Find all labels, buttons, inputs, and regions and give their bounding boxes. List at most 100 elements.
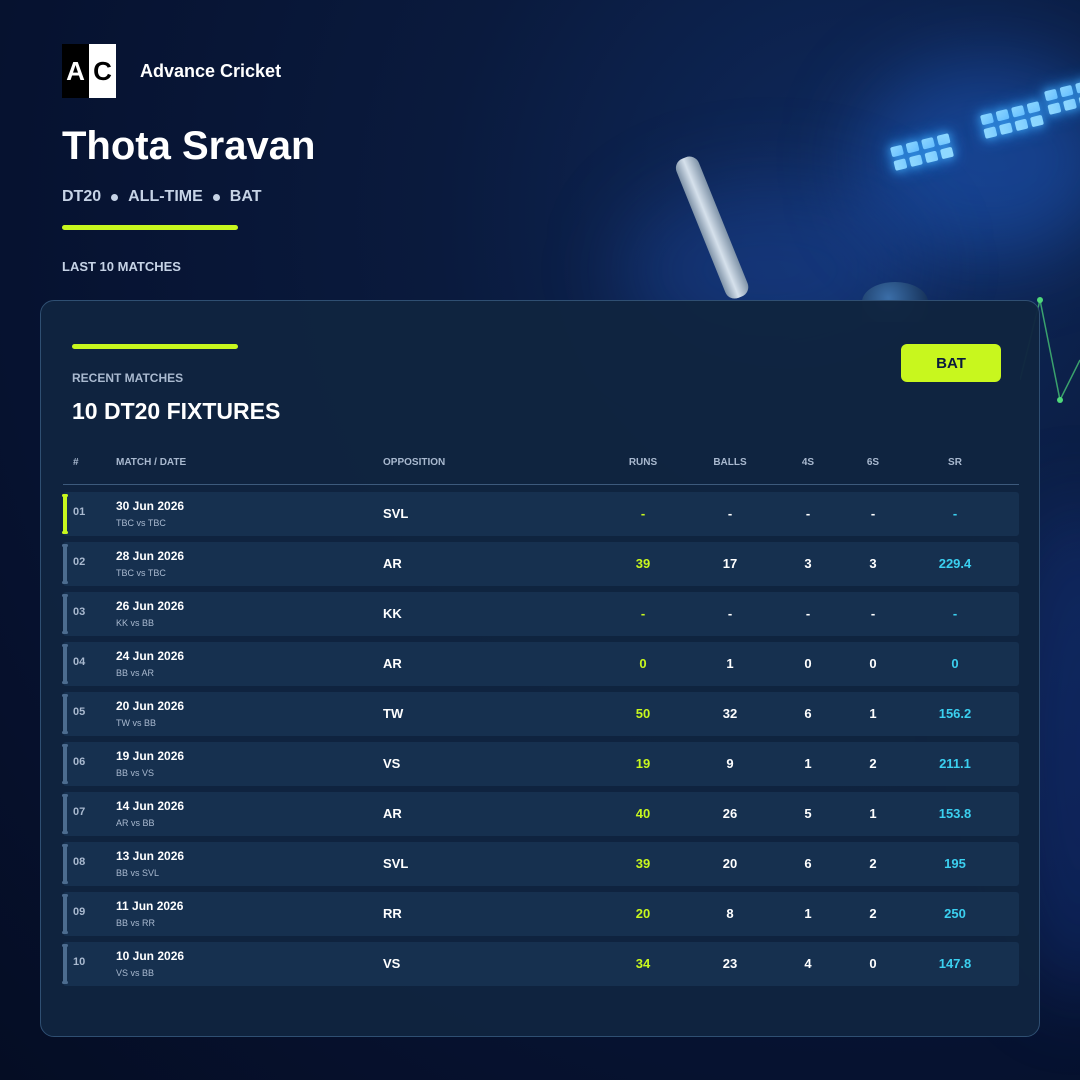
row-opposition: AR: [383, 656, 402, 671]
row-number: 04: [73, 656, 86, 668]
table-row[interactable]: 06 19 Jun 2026 BB vs VS VS 19 9 1 2 211.…: [62, 742, 1019, 786]
player-meta: DT20 ALL-TIME BAT: [62, 188, 261, 206]
table-row[interactable]: 01 30 Jun 2026 TBC vs TBC SVL - - - - -: [62, 492, 1019, 536]
col-sixes: 6S: [866, 457, 880, 468]
row-runs: 34: [635, 956, 651, 971]
row-sixes: 2: [869, 856, 877, 871]
player-name: Thota Sravan: [62, 124, 316, 168]
row-number: 03: [73, 606, 86, 618]
separator-dot-icon: [111, 193, 119, 201]
row-marker: [62, 844, 68, 884]
table-row[interactable]: 08 13 Jun 2026 BB vs SVL SVL 39 20 6 2 1…: [62, 842, 1019, 886]
row-marker: [62, 944, 68, 984]
col-opposition: OPPOSITION: [383, 457, 446, 468]
row-date: 20 Jun 2026: [116, 699, 185, 713]
section-label: LAST 10 MATCHES: [62, 259, 181, 274]
row-runs: 50: [635, 706, 651, 721]
row-date: 26 Jun 2026: [116, 599, 185, 613]
row-match: VS vs BB: [116, 968, 155, 978]
row-strike-rate: 250: [944, 906, 966, 921]
table-row[interactable]: 10 10 Jun 2026 VS vs BB VS 34 23 4 0 147…: [62, 942, 1019, 986]
meta-format: DT20: [62, 188, 102, 205]
row-number: 05: [73, 706, 86, 718]
row-runs: -: [640, 606, 646, 621]
floodlight-icon: [889, 133, 955, 171]
row-runs: 39: [635, 556, 651, 571]
row-marker: [62, 644, 68, 684]
bat-toggle-button[interactable]: BAT: [901, 344, 1001, 382]
row-date: 11 Jun 2026: [116, 899, 184, 913]
row-fours: 4: [804, 956, 812, 971]
table-row[interactable]: 03 26 Jun 2026 KK vs BB KK - - - - -: [62, 592, 1019, 636]
card-title: 10 DT20 FIXTURES: [72, 398, 281, 424]
accent-divider: [62, 225, 238, 230]
row-match: BB vs SVL: [116, 868, 160, 878]
table-row[interactable]: 04 24 Jun 2026 BB vs AR AR 0 1 0 0 0: [62, 642, 1019, 686]
row-marker: [62, 544, 68, 584]
row-sixes: 0: [869, 656, 877, 671]
row-balls: 32: [722, 706, 738, 721]
row-fours: -: [805, 506, 811, 521]
card-accent-bar: [72, 344, 238, 349]
row-number: 06: [73, 756, 86, 768]
row-match: TBC vs TBC: [116, 518, 166, 528]
row-fours: 6: [804, 706, 812, 721]
table-row[interactable]: 05 20 Jun 2026 TW vs BB TW 50 32 6 1 156…: [62, 692, 1019, 736]
col-match-date: MATCH / DATE: [116, 457, 187, 468]
row-marker: [62, 494, 68, 534]
brand-name: Advance Cricket: [140, 60, 282, 81]
row-sixes: 1: [869, 806, 877, 821]
row-fours: 1: [804, 906, 812, 921]
row-fours: 1: [804, 756, 812, 771]
col-balls: BALLS: [713, 457, 747, 468]
row-marker: [62, 694, 68, 734]
row-marker: [62, 594, 68, 634]
row-balls: 20: [722, 856, 738, 871]
row-number: 02: [73, 556, 86, 568]
row-sixes: 3: [869, 556, 877, 571]
row-match: KK vs BB: [116, 618, 155, 628]
row-balls: 26: [722, 806, 738, 821]
row-number: 01: [73, 506, 86, 518]
row-sixes: -: [870, 606, 876, 621]
floodlight-icon: [979, 101, 1045, 139]
row-date: 19 Jun 2026: [116, 749, 185, 763]
row-balls: -: [727, 606, 733, 621]
row-sixes: 1: [869, 706, 877, 721]
row-sixes: 2: [869, 756, 877, 771]
row-balls: 1: [726, 656, 734, 671]
row-number: 09: [73, 906, 86, 918]
row-number: 07: [73, 806, 86, 818]
row-marker: [62, 894, 68, 934]
col-runs: RUNS: [628, 457, 658, 468]
row-number: 10: [73, 956, 86, 968]
row-match: TW vs BB: [116, 718, 156, 728]
row-opposition: VS: [383, 956, 401, 971]
table-row[interactable]: 09 11 Jun 2026 BB vs RR RR 20 8 1 2 250: [62, 892, 1019, 936]
row-opposition: AR: [383, 556, 402, 571]
row-date: 10 Jun 2026: [116, 949, 185, 963]
row-opposition: KK: [383, 606, 402, 621]
row-sixes: 0: [869, 956, 877, 971]
logo-letter-c: C: [89, 44, 116, 98]
row-balls: 17: [722, 556, 738, 571]
table-row[interactable]: 07 14 Jun 2026 AR vs BB AR 40 26 5 1 153…: [62, 792, 1019, 836]
row-date: 24 Jun 2026: [116, 649, 185, 663]
row-strike-rate: 153.8: [938, 806, 972, 821]
row-fours: 5: [804, 806, 812, 821]
table-row[interactable]: 02 28 Jun 2026 TBC vs TBC AR 39 17 3 3 2…: [62, 542, 1019, 586]
row-match: BB vs VS: [116, 768, 155, 778]
row-fours: 0: [804, 656, 812, 671]
row-strike-rate: 195: [944, 856, 966, 871]
row-match: BB vs RR: [116, 918, 156, 928]
row-strike-rate: 156.2: [938, 706, 972, 721]
row-date: 13 Jun 2026: [116, 849, 185, 863]
meta-period: ALL-TIME: [128, 188, 203, 205]
floodlight-icon: [1043, 77, 1080, 115]
separator-dot-icon: [212, 193, 220, 201]
meta-discipline: BAT: [229, 188, 262, 205]
row-strike-rate: -: [952, 606, 958, 621]
cricket-bat-icon: [672, 153, 752, 302]
row-runs: 39: [635, 856, 651, 871]
row-strike-rate: 0: [951, 656, 959, 671]
